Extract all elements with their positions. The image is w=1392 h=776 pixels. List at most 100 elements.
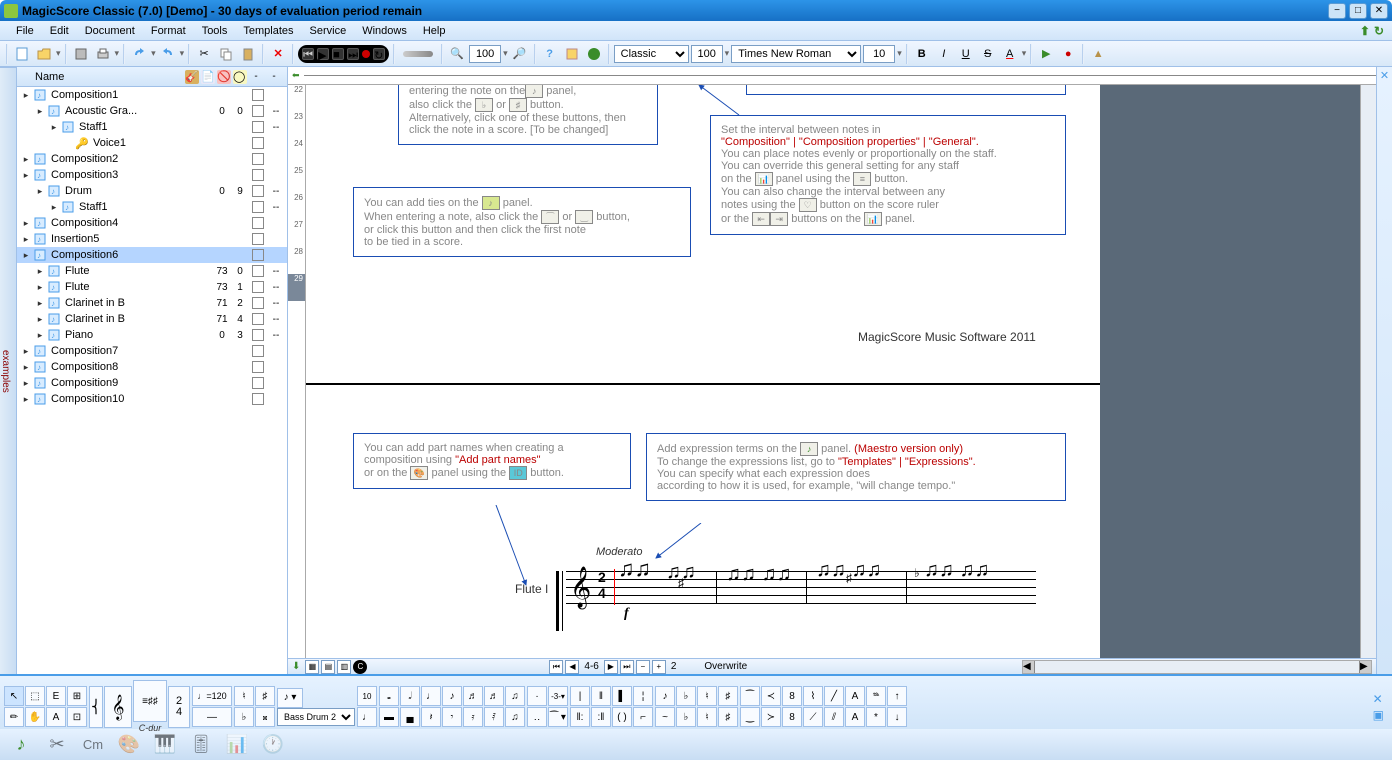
menu-document[interactable]: Document — [77, 23, 143, 39]
bottom-close-icon[interactable]: ✕ — [1373, 692, 1384, 706]
checkbox[interactable] — [252, 121, 264, 133]
expand-icon[interactable]: ▸ — [21, 394, 31, 405]
expand-icon[interactable]: ▸ — [35, 298, 45, 309]
ending-button[interactable]: ⌐ — [633, 707, 653, 727]
line-button[interactable]: — — [192, 707, 232, 727]
expand-icon[interactable]: ▸ — [49, 202, 59, 213]
beam2-button[interactable]: ♫ — [505, 707, 525, 727]
expand-icon[interactable]: ▸ — [21, 154, 31, 165]
hscroll-right[interactable]: ▶ — [1359, 661, 1371, 673]
close-button[interactable]: ✕ — [1370, 3, 1388, 19]
status-btn2[interactable]: ▤ — [321, 660, 335, 674]
forward-button[interactable]: ⏭ — [347, 48, 359, 60]
note-val-button[interactable]: ♪ ▾ — [277, 688, 303, 708]
sixteenth-button[interactable]: ♬ — [463, 686, 483, 706]
expand-icon[interactable]: ▸ — [21, 234, 31, 245]
quarter-rest-button[interactable]: 𝄽 — [421, 707, 441, 727]
panel-close[interactable]: ✕ — [1376, 67, 1392, 674]
ruler-left-icon[interactable]: ⬅ — [292, 70, 300, 81]
menu-tools[interactable]: Tools — [194, 23, 236, 39]
bold-button[interactable]: B — [912, 44, 932, 64]
mark-b-button[interactable]: A — [845, 707, 865, 727]
metronome-button[interactable]: ▲ — [1088, 44, 1108, 64]
stats-mode-icon[interactable]: 📊 — [224, 732, 250, 758]
ruler-mark[interactable]: 29 — [288, 274, 305, 301]
natural2-button[interactable]: ♮ — [697, 686, 717, 706]
new-file-button[interactable] — [12, 44, 32, 64]
redo-button[interactable] — [158, 44, 178, 64]
play-button[interactable]: ▶ — [317, 48, 329, 60]
expand-icon[interactable]: ▸ — [21, 218, 31, 229]
tree-row[interactable]: ▸♪Composition3 — [17, 167, 287, 183]
chord-button[interactable]: ⊞ — [67, 686, 87, 706]
ruler-mark[interactable]: 28 — [288, 247, 305, 274]
quarter-button[interactable]: ♩ — [421, 686, 441, 706]
sharp4-button[interactable]: ♯ — [718, 707, 738, 727]
volume-slider[interactable] — [403, 51, 433, 57]
half-note-button[interactable]: 𝅗𝅥 — [400, 686, 420, 706]
strike-button[interactable]: S — [978, 44, 998, 64]
tree-row[interactable]: ▸♪Composition10 — [17, 391, 287, 407]
flat3-button[interactable]: ♭ — [676, 686, 696, 706]
delete-button[interactable]: ✕ — [268, 44, 288, 64]
guitar-icon[interactable]: 🎸 — [185, 70, 199, 84]
dsharp-button[interactable]: 𝄪 — [255, 707, 275, 727]
info-button[interactable] — [562, 44, 582, 64]
expand-icon[interactable]: ▸ — [35, 186, 45, 197]
minus-button[interactable]: − — [636, 660, 650, 674]
maximize-button[interactable]: □ — [1349, 3, 1367, 19]
menu-templates[interactable]: Templates — [235, 23, 301, 39]
rewind-button[interactable]: ⏮ — [302, 48, 314, 60]
no-icon[interactable]: 🚫 — [217, 70, 231, 84]
tree-row[interactable]: ▸♪Piano03-- — [17, 327, 287, 343]
expand-icon[interactable]: ▸ — [35, 266, 45, 277]
record-button[interactable] — [362, 50, 370, 58]
zoom-input[interactable] — [469, 45, 501, 63]
sixteenth-rest-button[interactable]: 𝄿 — [463, 707, 483, 727]
tree-row[interactable]: ▸♪Staff1-- — [17, 199, 287, 215]
checkbox[interactable] — [252, 249, 264, 261]
tree-row[interactable]: ▸♪Composition2 — [17, 151, 287, 167]
font-combo[interactable]: Times New Roman — [731, 45, 861, 63]
tree-row[interactable]: ▸♪Clarinet in B712-- — [17, 295, 287, 311]
eraser-button[interactable]: ✏ — [4, 707, 24, 727]
stop-button[interactable]: ■ — [332, 48, 344, 60]
grace-button[interactable]: ♪ — [655, 686, 675, 706]
checkbox[interactable] — [252, 313, 264, 325]
sharp2-button[interactable]: ♯ — [255, 686, 275, 706]
vertical-ruler[interactable]: 2223242526272829 — [288, 85, 306, 658]
pointer-button[interactable]: ↖ — [4, 686, 24, 706]
staff[interactable]: 𝄞 24 ♫♫ ♫♫ ♯ ♫♫ ♫♫ ♫♫ ♫♫ ♯ ♭ ♫♫ ♫♫ — [556, 571, 1036, 611]
ruler-mark[interactable]: 23 — [288, 112, 305, 139]
tuplet-button[interactable]: -3-▾ — [548, 686, 568, 706]
flat2-button[interactable]: ♭ — [234, 707, 254, 727]
expand-icon[interactable]: ▸ — [21, 346, 31, 357]
slur-up-button[interactable]: ⁀ — [740, 686, 760, 706]
repeat-r-button[interactable]: :‖ — [591, 707, 611, 727]
checkbox[interactable] — [252, 137, 264, 149]
open-file-button[interactable] — [34, 44, 54, 64]
tree-row[interactable]: ▸♪Flute730-- — [17, 263, 287, 279]
checkbox[interactable] — [252, 185, 264, 197]
status-down-icon[interactable]: ⬇ — [292, 661, 300, 672]
tree-row[interactable]: 🔑Voice1 — [17, 135, 287, 151]
doc-icon[interactable]: 📄 — [201, 70, 215, 84]
pedal-up-button[interactable]: * — [866, 707, 886, 727]
natural3-button[interactable]: ♮ — [697, 707, 717, 727]
menu-up-icon[interactable]: ⬆ — [1360, 24, 1370, 38]
oct-down-button[interactable]: 8 — [782, 707, 802, 727]
decresc-button[interactable]: ≻ — [761, 707, 781, 727]
brace-button[interactable]: ⎨ — [89, 686, 103, 728]
style-size-input[interactable] — [691, 45, 723, 63]
expand-icon[interactable]: ▸ — [35, 314, 45, 325]
help-button[interactable]: ? — [540, 44, 560, 64]
gliss-button[interactable]: ⟋ — [803, 707, 823, 727]
tools-mode-icon[interactable]: ✂ — [44, 732, 70, 758]
tree-row[interactable]: ▸♪Composition8 — [17, 359, 287, 375]
play-green-button[interactable]: ▶ — [1036, 44, 1056, 64]
expand-icon[interactable]: ▸ — [35, 106, 45, 117]
keyboard-mode-icon[interactable]: 🎹 — [152, 732, 178, 758]
select-button[interactable]: ⬚ — [25, 686, 45, 706]
lyric-button[interactable]: A — [46, 707, 66, 727]
expand-icon[interactable]: ▸ — [21, 250, 31, 261]
